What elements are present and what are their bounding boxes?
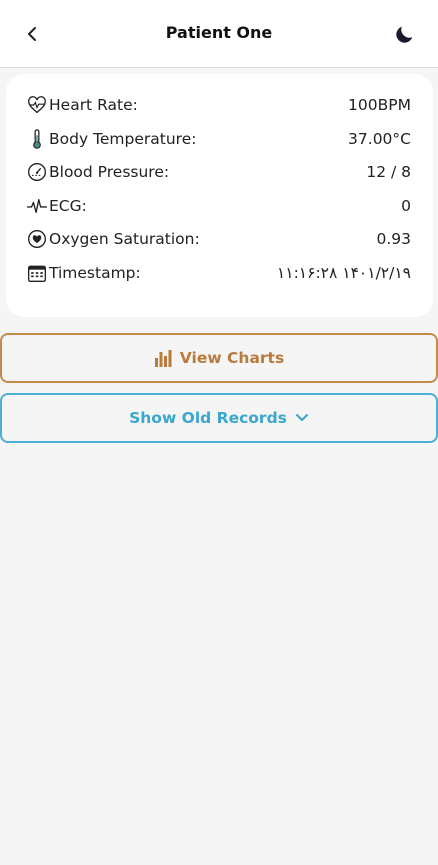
show-old-records-button[interactable]: Show Old Records	[0, 393, 438, 443]
view-charts-label: View Charts	[179, 349, 285, 367]
vital-label: Blood Pressure:	[49, 163, 170, 181]
view-charts-button[interactable]: View Charts	[0, 333, 438, 383]
vital-label: Body Temperature:	[49, 130, 197, 148]
vitals-card: Heart Rate: 100BPM Body Temperature: 37.…	[6, 74, 433, 317]
vital-value: 100BPM	[348, 96, 411, 114]
vital-label: Heart Rate:	[49, 96, 138, 114]
bar-chart-icon	[154, 349, 172, 367]
vital-label: Timestamp:	[49, 264, 141, 282]
show-old-records-label: Show Old Records	[129, 409, 287, 427]
thermometer-icon	[26, 128, 48, 150]
app-header: Patient One	[0, 0, 438, 68]
page-title: Patient One	[165, 23, 273, 42]
theme-toggle-button[interactable]	[392, 21, 418, 47]
vital-row-timestamp: Timestamp: ۱۴۰۱/۲/۱۹ ۱۱:۱۶:۲۸	[26, 260, 411, 286]
vital-row-ecg: ECG: 0	[26, 193, 411, 219]
ecg-icon	[26, 195, 48, 217]
vital-row-blood-pressure: Blood Pressure: 12 / 8	[26, 159, 411, 185]
heart-rate-icon	[26, 94, 48, 116]
moon-icon	[396, 26, 413, 43]
vital-value: 12 / 8	[366, 163, 411, 181]
vital-row-oxygen-saturation: Oxygen Saturation: 0.93	[26, 226, 411, 252]
vital-value: 0.93	[376, 230, 411, 248]
vital-value: 0	[401, 197, 411, 215]
vital-label: Oxygen Saturation:	[49, 230, 200, 248]
gauge-icon	[26, 161, 48, 183]
vital-value: ۱۴۰۱/۲/۱۹ ۱۱:۱۶:۲۸	[276, 264, 411, 282]
calendar-icon	[26, 262, 48, 284]
chevron-down-icon	[295, 413, 309, 423]
vital-value: 37.00°C	[348, 130, 411, 148]
vital-row-body-temperature: Body Temperature: 37.00°C	[26, 126, 411, 152]
oxygen-heart-icon	[26, 228, 48, 250]
vital-row-heart-rate: Heart Rate: 100BPM	[26, 92, 411, 118]
vital-label: ECG:	[49, 197, 87, 215]
